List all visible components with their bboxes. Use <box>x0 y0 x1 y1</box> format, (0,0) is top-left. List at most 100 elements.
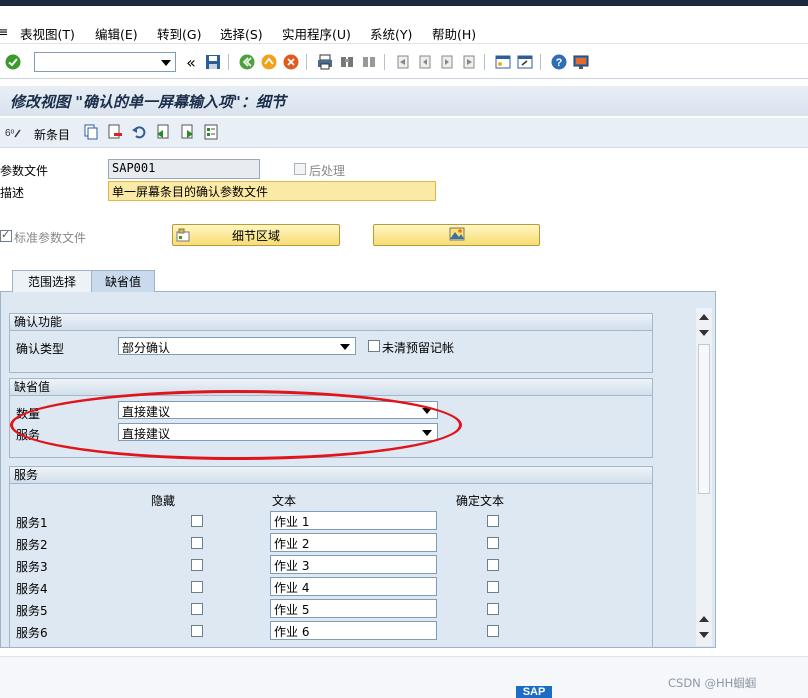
menu-goto[interactable]: 转到(G) <box>157 24 201 43</box>
description-label: 描述 <box>0 186 25 200</box>
confirmation-type-label: 确认类型 <box>16 342 65 356</box>
enter-check-icon[interactable] <box>4 53 22 71</box>
service-text-input[interactable]: 作业 3 <box>270 555 437 574</box>
menu-selection[interactable]: 选择(S) <box>220 24 263 43</box>
last-page-icon[interactable] <box>460 53 478 71</box>
service-row-label: 服务5 <box>16 604 48 618</box>
tab-range-selection[interactable]: 范围选择 <box>12 270 92 292</box>
picture-button[interactable] <box>373 224 540 246</box>
cancel-icon[interactable] <box>282 53 300 71</box>
services-group: 服务 隐藏 文本 确定文本 服务1 作业 1 服务2 作业 2 服务3 作业 3… <box>9 466 653 647</box>
hidden-checkbox[interactable] <box>191 559 203 571</box>
postprocessing-label: 后处理 <box>309 164 346 178</box>
service-text-input[interactable]: 作业 6 <box>270 621 437 640</box>
scroll-up-arrow-icon[interactable] <box>699 314 709 320</box>
service-text-input[interactable]: 作业 4 <box>270 577 437 596</box>
column-header-text: 文本 <box>272 494 297 508</box>
shortcut-icon[interactable] <box>516 53 534 71</box>
next-entry-icon[interactable] <box>178 123 196 141</box>
uncleared-reservation-label: 未清预留记帐 <box>382 341 455 355</box>
profile-label: 参数文件 <box>0 164 49 178</box>
menu-system[interactable]: 系统(Y) <box>370 24 412 43</box>
undo-icon[interactable] <box>130 123 148 141</box>
service-row-label: 服务4 <box>16 582 48 596</box>
column-header-hidden: 隐藏 <box>151 494 176 508</box>
tab-body: 确认功能 确认类型 部分确认 未清预留记帐 缺省值 数量 直接建议 服务 直接建… <box>0 292 716 648</box>
first-page-icon[interactable] <box>394 53 412 71</box>
find-next-icon[interactable] <box>360 53 378 71</box>
application-toolbar: 6ᵒ 新条目 <box>0 118 808 148</box>
select-all-icon[interactable] <box>202 123 220 141</box>
service-row-label: 服务6 <box>16 626 48 640</box>
standard-toolbar: « ? <box>0 45 808 79</box>
landscape-icon <box>449 227 465 244</box>
customize-layout-icon[interactable] <box>572 53 590 71</box>
menu-bar: ≡ 表视图(T) 编辑(E) 转到(G) 选择(S) 实用程序(U) 系统(Y)… <box>0 6 808 44</box>
menu-table-view[interactable]: 表视图(T) <box>20 24 75 43</box>
screen-title-bar: 修改视图 "确认的单一屏幕输入项"：细节 <box>0 86 808 116</box>
fixed-text-checkbox[interactable] <box>487 625 499 637</box>
service-row-label: 服务2 <box>16 538 48 552</box>
save-icon[interactable] <box>204 53 222 71</box>
copy-icon[interactable] <box>82 123 100 141</box>
help-icon[interactable]: ? <box>550 53 568 71</box>
command-field[interactable] <box>34 52 176 72</box>
scroll-up-arrow-icon[interactable] <box>699 616 709 622</box>
toolbar-separator <box>484 54 485 70</box>
scroll-down-arrow-icon[interactable] <box>699 330 709 336</box>
menu-edit[interactable]: 编辑(E) <box>95 24 138 43</box>
service-text-input[interactable]: 作业 2 <box>270 533 437 552</box>
tab-default-values[interactable]: 缺省值 <box>91 270 155 292</box>
profile-field: SAP001 <box>108 159 260 179</box>
standard-profile-label: 标准参数文件 <box>14 231 87 245</box>
detail-area-label: 细节区域 <box>231 228 280 243</box>
fixed-text-checkbox[interactable] <box>487 603 499 615</box>
scrollbar-thumb[interactable] <box>698 344 710 494</box>
chevron-down-icon[interactable] <box>161 60 171 66</box>
menu-icon[interactable]: ≡ <box>0 24 8 39</box>
confirmation-function-group: 确认功能 确认类型 部分确认 未清预留记帐 <box>9 313 653 373</box>
hidden-checkbox[interactable] <box>191 581 203 593</box>
back-icon[interactable] <box>238 53 256 71</box>
column-header-fixed-text: 确定文本 <box>456 494 505 508</box>
detail-area-button[interactable]: 细节区域 <box>172 224 340 246</box>
hidden-checkbox[interactable] <box>191 625 203 637</box>
vertical-scrollbar[interactable] <box>696 308 712 646</box>
hidden-checkbox[interactable] <box>191 515 203 527</box>
menu-utilities[interactable]: 实用程序(U) <box>282 24 351 43</box>
display-change-icon[interactable]: 6ᵒ <box>4 124 22 142</box>
next-page-icon[interactable] <box>438 53 456 71</box>
confirmation-type-select[interactable]: 部分确认 <box>118 337 356 355</box>
service-text-input[interactable]: 作业 1 <box>270 511 437 530</box>
fixed-text-checkbox[interactable] <box>487 515 499 527</box>
postprocessing-checkbox[interactable] <box>294 163 306 175</box>
fixed-text-checkbox[interactable] <box>487 559 499 571</box>
new-entries-button[interactable]: 新条目 <box>34 126 70 143</box>
previous-page-icon[interactable] <box>416 53 434 71</box>
back-double-chevron-icon[interactable]: « <box>182 53 200 72</box>
fixed-text-checkbox[interactable] <box>487 537 499 549</box>
chevron-down-icon[interactable] <box>340 344 350 350</box>
highlight-ellipse <box>10 390 462 460</box>
previous-entry-icon[interactable] <box>154 123 172 141</box>
delete-icon[interactable] <box>106 123 124 141</box>
find-icon[interactable] <box>338 53 356 71</box>
group-title: 服务 <box>10 467 652 484</box>
exit-icon[interactable] <box>260 53 278 71</box>
scroll-down-arrow-icon[interactable] <box>699 632 709 638</box>
new-session-icon[interactable] <box>494 53 512 71</box>
service-text-input[interactable]: 作业 5 <box>270 599 437 618</box>
print-icon[interactable] <box>316 53 334 71</box>
hidden-checkbox[interactable] <box>191 603 203 615</box>
toolbar-separator <box>540 54 541 70</box>
svg-text:?: ? <box>556 57 563 69</box>
standard-profile-checkbox[interactable] <box>0 228 12 242</box>
hidden-checkbox[interactable] <box>191 537 203 549</box>
fixed-text-checkbox[interactable] <box>487 581 499 593</box>
menu-help[interactable]: 帮助(H) <box>432 24 476 43</box>
service-row-label: 服务3 <box>16 560 48 574</box>
uncleared-reservation-checkbox[interactable] <box>368 340 380 352</box>
description-field[interactable]: 单一屏幕条目的确认参数文件 <box>108 181 436 201</box>
sap-logo: SAP <box>516 686 552 698</box>
confirmation-type-value: 部分确认 <box>122 341 171 355</box>
